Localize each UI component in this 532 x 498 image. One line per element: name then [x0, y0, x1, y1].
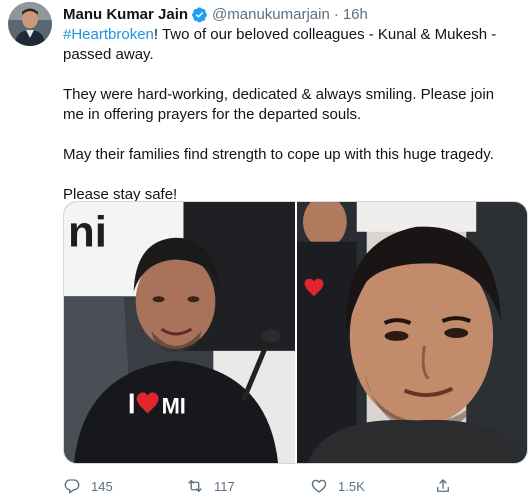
photo-right[interactable]: [297, 202, 527, 463]
avatar[interactable]: [8, 2, 52, 46]
like-button[interactable]: 1.5K: [310, 474, 365, 498]
photo-right-image: [297, 202, 527, 463]
tweet-timestamp[interactable]: 16h: [343, 6, 368, 23]
tweet-paragraph-3: May their families find strength to cope…: [63, 146, 494, 163]
reply-button[interactable]: 145: [63, 474, 113, 498]
user-handle[interactable]: @manukumarjain: [212, 6, 330, 23]
photo-left[interactable]: ni MI: [64, 202, 295, 463]
header-separator: ·: [333, 5, 339, 23]
share-button[interactable]: [434, 474, 452, 498]
display-name[interactable]: Manu Kumar Jain: [63, 6, 188, 23]
tweet: Manu Kumar Jain @manukumarjain · 16h #He…: [0, 0, 532, 498]
share-icon: [437, 479, 449, 492]
photo-left-image: ni MI: [64, 202, 295, 463]
tweet-paragraph-1: #Heartbroken! Two of our beloved colleag…: [63, 25, 518, 65]
verified-badge-icon: [191, 6, 208, 23]
hashtag-link[interactable]: #Heartbroken: [63, 26, 154, 43]
tweet-header: Manu Kumar Jain @manukumarjain · 16h: [63, 4, 368, 24]
heart-icon: [311, 479, 327, 493]
retweet-button[interactable]: 117: [186, 474, 235, 498]
tweet-actions: 145 117 1.5K: [63, 474, 493, 498]
tweet-media: ni MI: [63, 201, 528, 464]
reply-count: 145: [91, 478, 113, 494]
like-count: 1.5K: [338, 478, 365, 494]
reply-icon: [64, 479, 80, 494]
avatar-image: [8, 2, 52, 46]
retweet-count: 117: [214, 478, 235, 494]
shirt-text: MI: [162, 393, 186, 418]
retweet-icon: [188, 480, 202, 492]
tweet-text: #Heartbroken! Two of our beloved colleag…: [63, 25, 518, 205]
banner-text: ni: [68, 208, 107, 257]
tweet-paragraph-2: They were hard-working, dedicated & alwa…: [63, 86, 495, 123]
